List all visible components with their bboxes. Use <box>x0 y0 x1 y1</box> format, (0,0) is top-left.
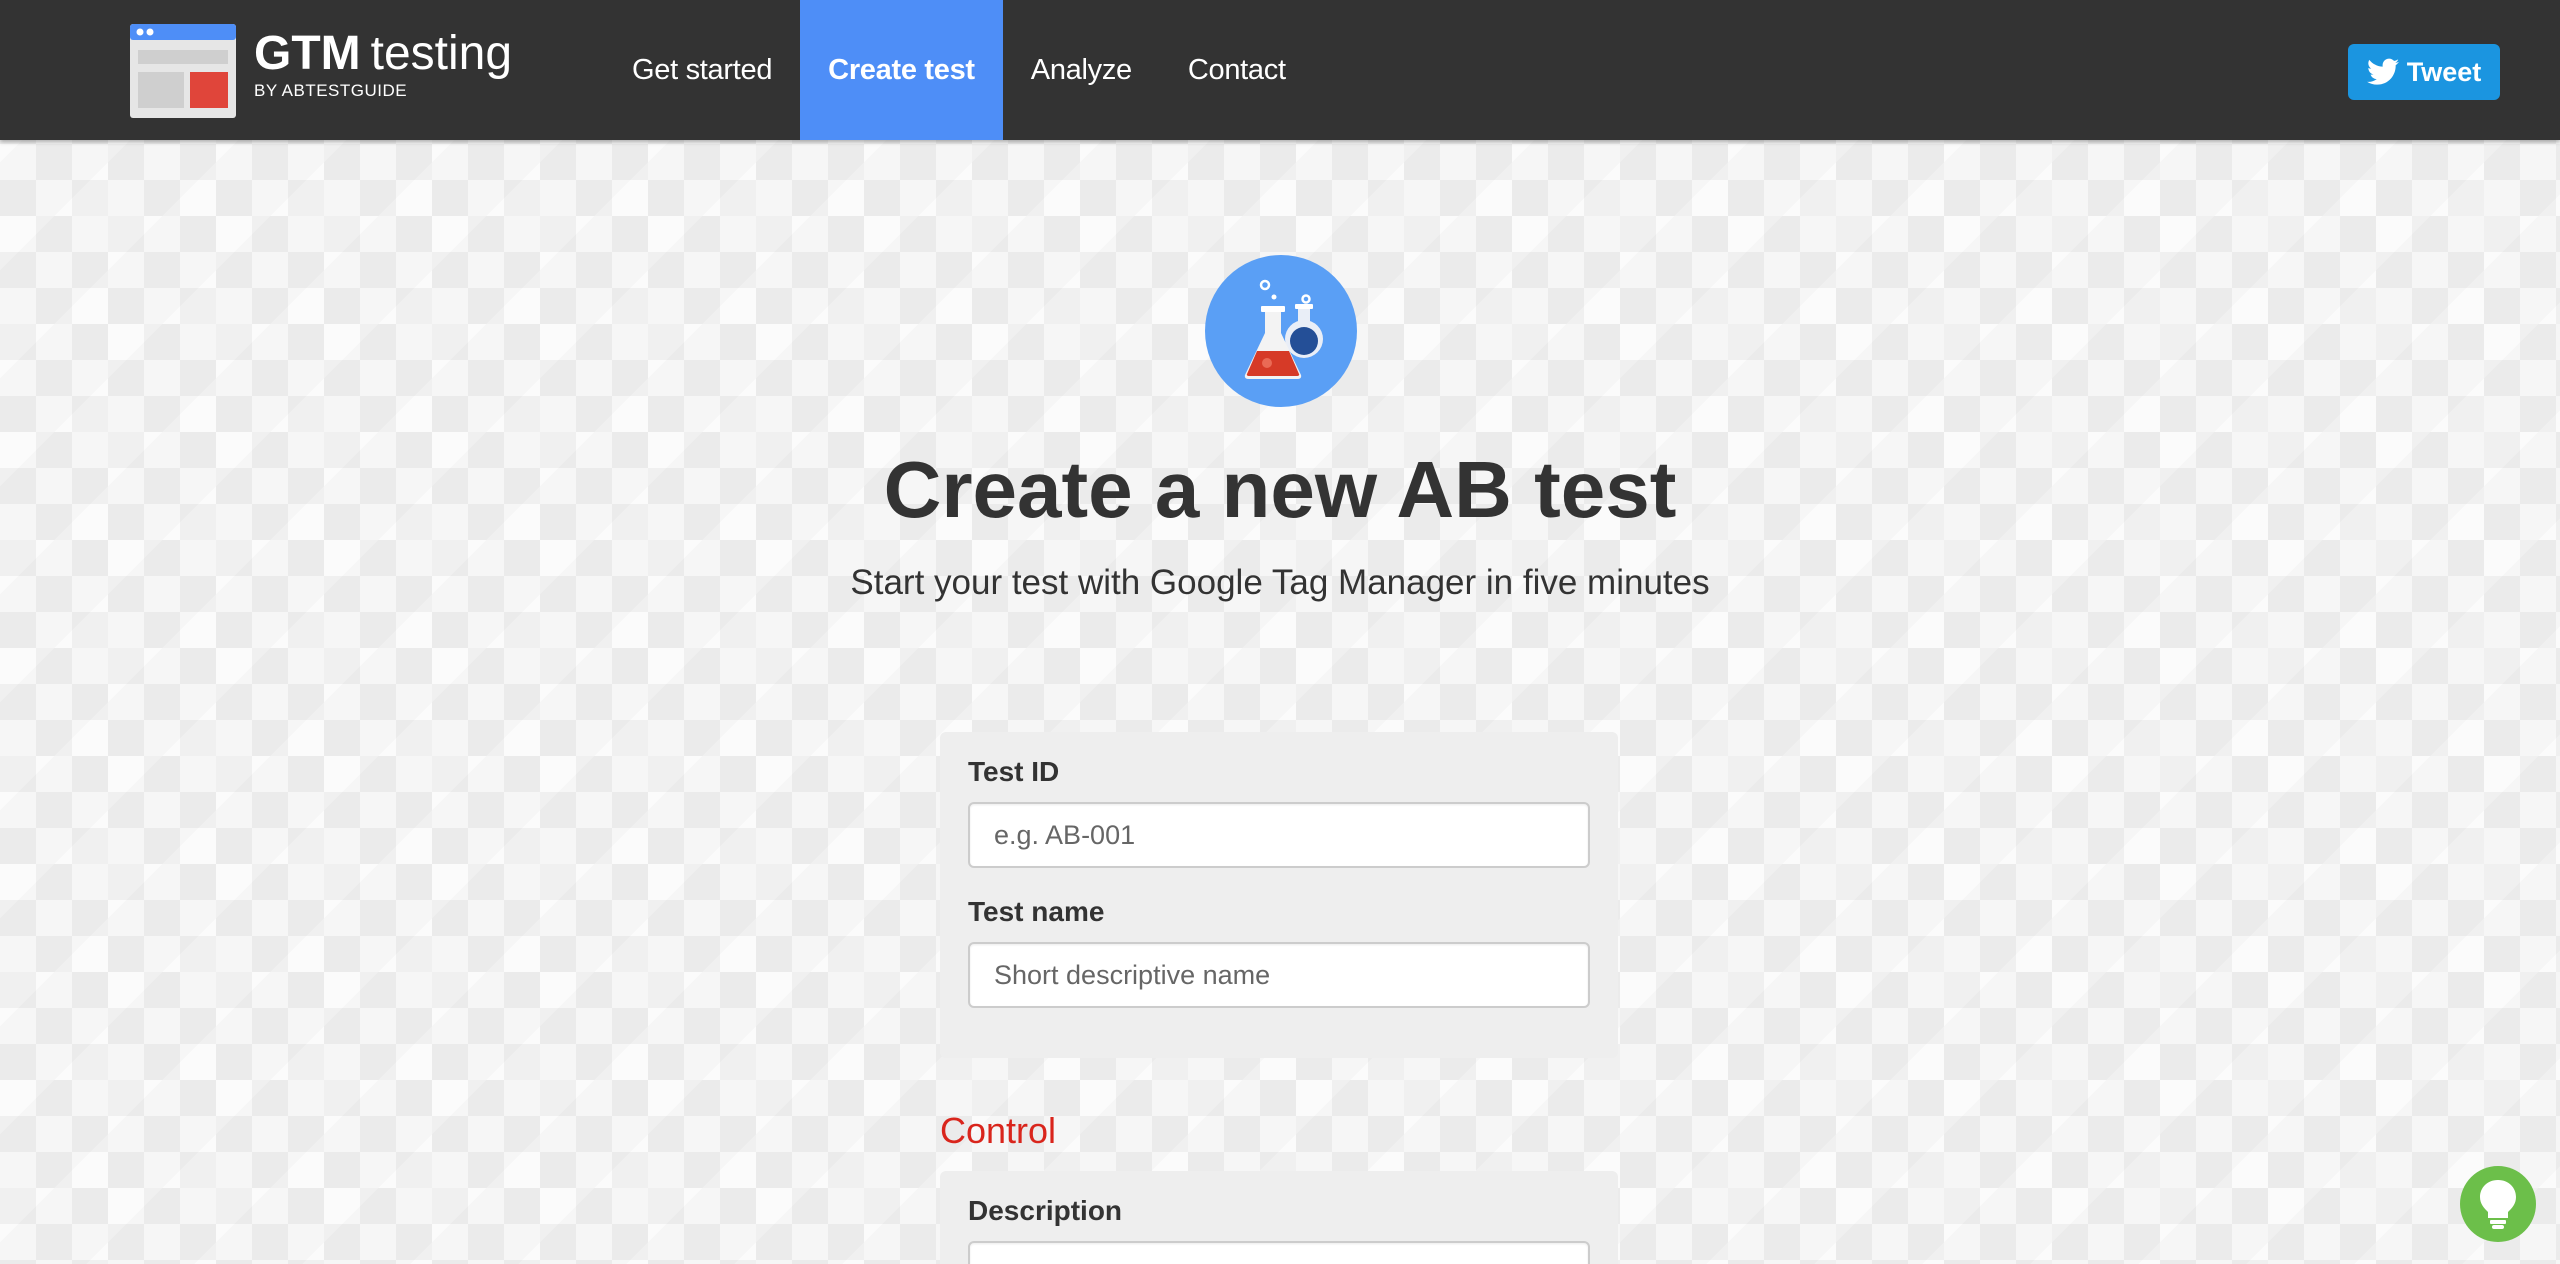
control-description-input[interactable] <box>968 1241 1590 1264</box>
brand-title: GTM testing <box>254 29 512 79</box>
control-heading: Control <box>940 1110 1057 1151</box>
nav-analyze[interactable]: Analyze <box>1003 0 1160 140</box>
control-panel: Description <box>940 1171 1618 1264</box>
nav-get-started[interactable]: Get started <box>604 0 800 140</box>
brand-home-link[interactable]: GTM testing BY ABTESTGUIDE <box>130 24 512 118</box>
top-navbar: GTM testing BY ABTESTGUIDE Get started Cr… <box>0 0 2560 140</box>
main-nav: Get started Create test Analyze Contact <box>604 0 1314 140</box>
nav-contact[interactable]: Contact <box>1160 0 1314 140</box>
page-title: Create a new AB test <box>883 445 1677 534</box>
page-subtitle: Start your test with Google Tag Manager … <box>850 563 1710 602</box>
nav-create-test[interactable]: Create test <box>800 0 1003 140</box>
control-description-label: Description <box>968 1195 1123 1226</box>
test-name-input[interactable] <box>968 942 1590 1008</box>
tweet-button[interactable]: Tweet <box>2348 44 2500 100</box>
brand-text: GTM testing BY ABTESTGUIDE <box>254 29 512 101</box>
test-details-panel: Test ID Test name <box>940 732 1618 1058</box>
browser-window-icon <box>130 24 236 118</box>
help-chat-button[interactable] <box>2460 1166 2536 1242</box>
test-id-label: Test ID <box>968 756 1060 787</box>
brand-title-light: testing <box>370 27 513 80</box>
brand-subtitle: BY ABTESTGUIDE <box>254 81 408 100</box>
lab-flask-icon <box>1205 255 1357 407</box>
test-name-label: Test name <box>968 896 1105 927</box>
lightbulb-icon <box>2480 1180 2516 1229</box>
tweet-label: Tweet <box>2406 56 2482 87</box>
twitter-bird-icon <box>2366 58 2399 85</box>
brand-title-bold: GTM <box>254 27 361 80</box>
test-id-input[interactable] <box>968 802 1590 868</box>
test-id-group: Test ID <box>968 754 1590 868</box>
test-name-group: Test name <box>968 894 1590 1008</box>
